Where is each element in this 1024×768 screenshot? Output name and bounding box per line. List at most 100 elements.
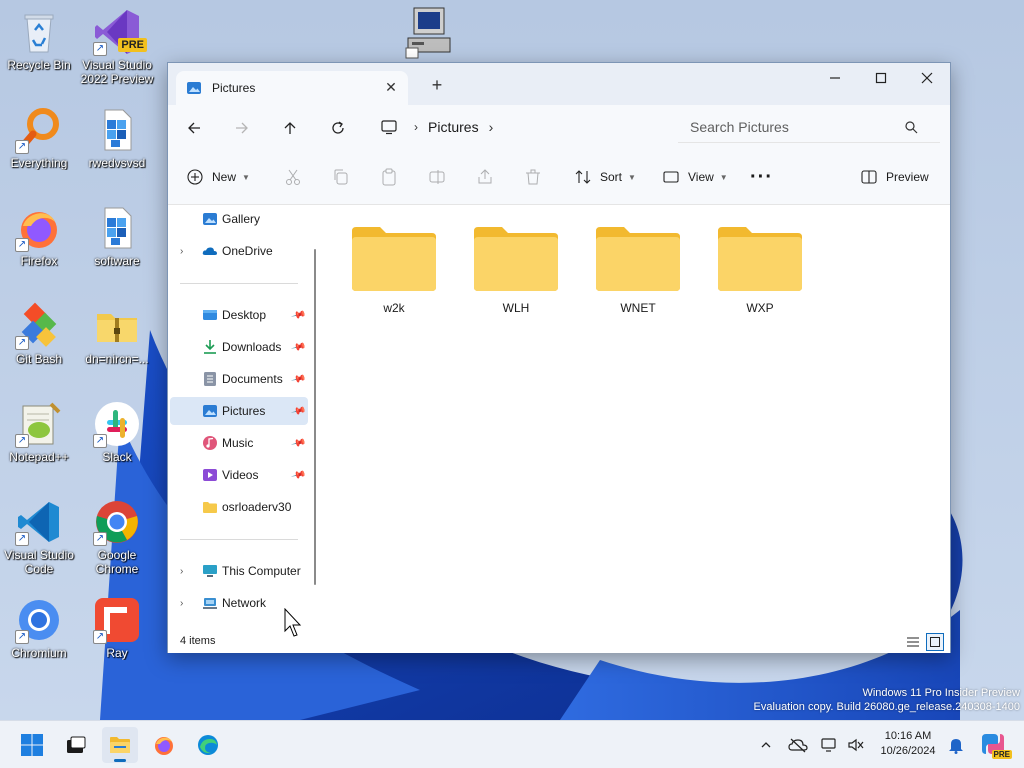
- delete-button[interactable]: [524, 163, 542, 191]
- more-options-button[interactable]: ···: [750, 163, 773, 191]
- shortcut-arrow-icon: ↗: [15, 532, 29, 546]
- tray-cloud-offline[interactable]: [788, 735, 808, 755]
- taskbar-edge[interactable]: [190, 727, 226, 763]
- large-icons-view-button[interactable]: [926, 633, 944, 651]
- sidebar-item-label: osrloaderv30: [222, 500, 292, 514]
- folder-item[interactable]: w2k: [340, 223, 448, 333]
- desktop-icon-label: Git Bash: [15, 352, 63, 366]
- breadcrumb-pictures[interactable]: Pictures: [428, 119, 479, 135]
- sidebar-item-downloads[interactable]: Downloads 📌: [170, 333, 308, 361]
- desktop-icon-vscode[interactable]: ↗ Visual Studio Code: [0, 494, 78, 584]
- desktop-icon-recycle-bin[interactable]: Recycle Bin: [0, 4, 78, 88]
- clock-time: 10:16 AM: [884, 730, 932, 742]
- desktop-icon-label: Everything: [10, 156, 68, 170]
- task-view-button[interactable]: [58, 727, 94, 763]
- sidebar-item-music[interactable]: Music 📌: [170, 429, 308, 457]
- up-button[interactable]: [276, 115, 304, 141]
- search-box[interactable]: [678, 111, 940, 143]
- sidebar-item-pictures[interactable]: Pictures 📌: [170, 397, 308, 425]
- chevron-down-icon: ▼: [719, 172, 728, 182]
- desktop-icon-rwedvsvsd[interactable]: rwedvsvsd: [78, 102, 156, 186]
- title-bar[interactable]: Pictures ✕ +: [168, 63, 950, 105]
- details-view-button[interactable]: [904, 633, 922, 651]
- minimize-button[interactable]: [812, 63, 858, 93]
- sidebar-item-label: OneDrive: [222, 244, 273, 258]
- visual-studio-icon: PRE ↗: [93, 8, 147, 56]
- desktop-icon-slack[interactable]: ↗ Slack: [78, 396, 156, 480]
- folder-name: WNET: [620, 301, 656, 315]
- desktop-icon-label: Visual Studio Code: [4, 548, 74, 576]
- tab-pictures[interactable]: Pictures ✕: [176, 71, 408, 105]
- maximize-button[interactable]: [858, 63, 904, 93]
- sidebar-item-this-computer[interactable]: › This Computer: [170, 557, 314, 585]
- clock[interactable]: 10:16 AM 10/26/2024: [872, 729, 944, 759]
- minimize-icon: [830, 77, 840, 79]
- close-icon: [921, 72, 933, 84]
- shortcut-arrow-icon: ↗: [93, 42, 107, 56]
- desktop-icon-git-bash[interactable]: ↗ Git Bash: [0, 298, 78, 382]
- chevron-right-icon[interactable]: ›: [180, 246, 183, 257]
- sidebar-item-gallery[interactable]: Gallery: [170, 205, 308, 233]
- desktop-icon-chrome[interactable]: ↗ Google Chrome: [78, 494, 156, 584]
- desktop-icon-zip-archive[interactable]: dn=nircn=...: [78, 298, 156, 382]
- show-hidden-icons-button[interactable]: [756, 735, 776, 755]
- search-input[interactable]: [690, 118, 900, 135]
- documents-icon: [204, 372, 216, 386]
- cut-button[interactable]: [284, 163, 302, 191]
- desktop-icon-visual-studio[interactable]: PRE ↗ Visual Studio 2022 Preview: [78, 4, 156, 94]
- start-button[interactable]: [14, 727, 50, 763]
- task-view-icon: [67, 736, 86, 753]
- sidebar-item-desktop[interactable]: Desktop 📌: [170, 301, 308, 329]
- computer-icon: [405, 7, 451, 59]
- sidebar-item-videos[interactable]: Videos 📌: [170, 461, 308, 489]
- sidebar-item-documents[interactable]: Documents 📌: [170, 365, 308, 393]
- share-icon: [478, 169, 492, 184]
- paste-button[interactable]: [380, 163, 398, 191]
- notifications-button[interactable]: [946, 735, 966, 755]
- folder-item[interactable]: WNET: [584, 223, 692, 333]
- folder-item[interactable]: WXP: [706, 223, 814, 333]
- zip-archive-icon: [93, 302, 141, 350]
- desktop-icon-everything[interactable]: ↗ Everything: [0, 102, 78, 186]
- git-bash-icon: ↗: [15, 302, 63, 350]
- desktop-icon-software[interactable]: software: [78, 200, 156, 284]
- forward-button[interactable]: [228, 115, 256, 141]
- watermark-line-2: Evaluation copy. Build 26080.ge_release.…: [753, 701, 1020, 713]
- copy-button[interactable]: [332, 163, 350, 191]
- tray-network[interactable]: [820, 735, 840, 755]
- chevron-right-icon[interactable]: ›: [180, 566, 183, 577]
- mouse-cursor-icon: [284, 608, 302, 637]
- chromium-icon: ↗: [15, 596, 63, 644]
- sidebar-item-osrloaderv30[interactable]: osrloaderv30: [170, 493, 308, 521]
- desktop-icon-notepad-plus-plus[interactable]: ↗ Notepad++: [0, 396, 78, 480]
- address-bar[interactable]: › Pictures ›: [370, 111, 670, 143]
- view-button[interactable]: View ▼: [662, 163, 728, 191]
- chevron-right-icon[interactable]: ›: [489, 119, 494, 135]
- sidebar-scrollbar[interactable]: [314, 249, 316, 585]
- rename-button[interactable]: [428, 163, 446, 191]
- folder-name: w2k: [383, 301, 405, 315]
- chevron-right-icon[interactable]: ›: [180, 598, 183, 609]
- tray-volume[interactable]: [846, 735, 866, 755]
- folder-item[interactable]: WLH: [462, 223, 570, 333]
- folder-icon: [718, 227, 802, 291]
- taskbar-firefox[interactable]: [146, 727, 182, 763]
- desktop-icon-firefox[interactable]: ↗ Firefox: [0, 200, 78, 284]
- sort-button[interactable]: Sort ▼: [574, 163, 636, 191]
- close-tab-icon[interactable]: ✕: [382, 79, 400, 96]
- desktop-icon-chromium[interactable]: ↗ Chromium: [0, 592, 78, 676]
- desktop-icon-computer[interactable]: [404, 4, 456, 60]
- desktop-icon-ray[interactable]: ↗ Ray: [78, 592, 156, 676]
- back-button[interactable]: [180, 115, 208, 141]
- close-window-button[interactable]: [904, 63, 950, 93]
- new-button[interactable]: New ▼: [186, 163, 250, 191]
- copilot-button[interactable]: PRE: [980, 731, 1012, 759]
- gallery-icon: [203, 213, 217, 225]
- preview-pane-button[interactable]: Preview: [860, 163, 929, 191]
- refresh-button[interactable]: [324, 115, 352, 141]
- downloads-icon: [204, 340, 216, 354]
- taskbar-file-explorer[interactable]: [102, 727, 138, 763]
- sidebar-item-onedrive[interactable]: › OneDrive: [170, 237, 308, 265]
- new-tab-button[interactable]: +: [426, 75, 448, 96]
- share-button[interactable]: [476, 163, 494, 191]
